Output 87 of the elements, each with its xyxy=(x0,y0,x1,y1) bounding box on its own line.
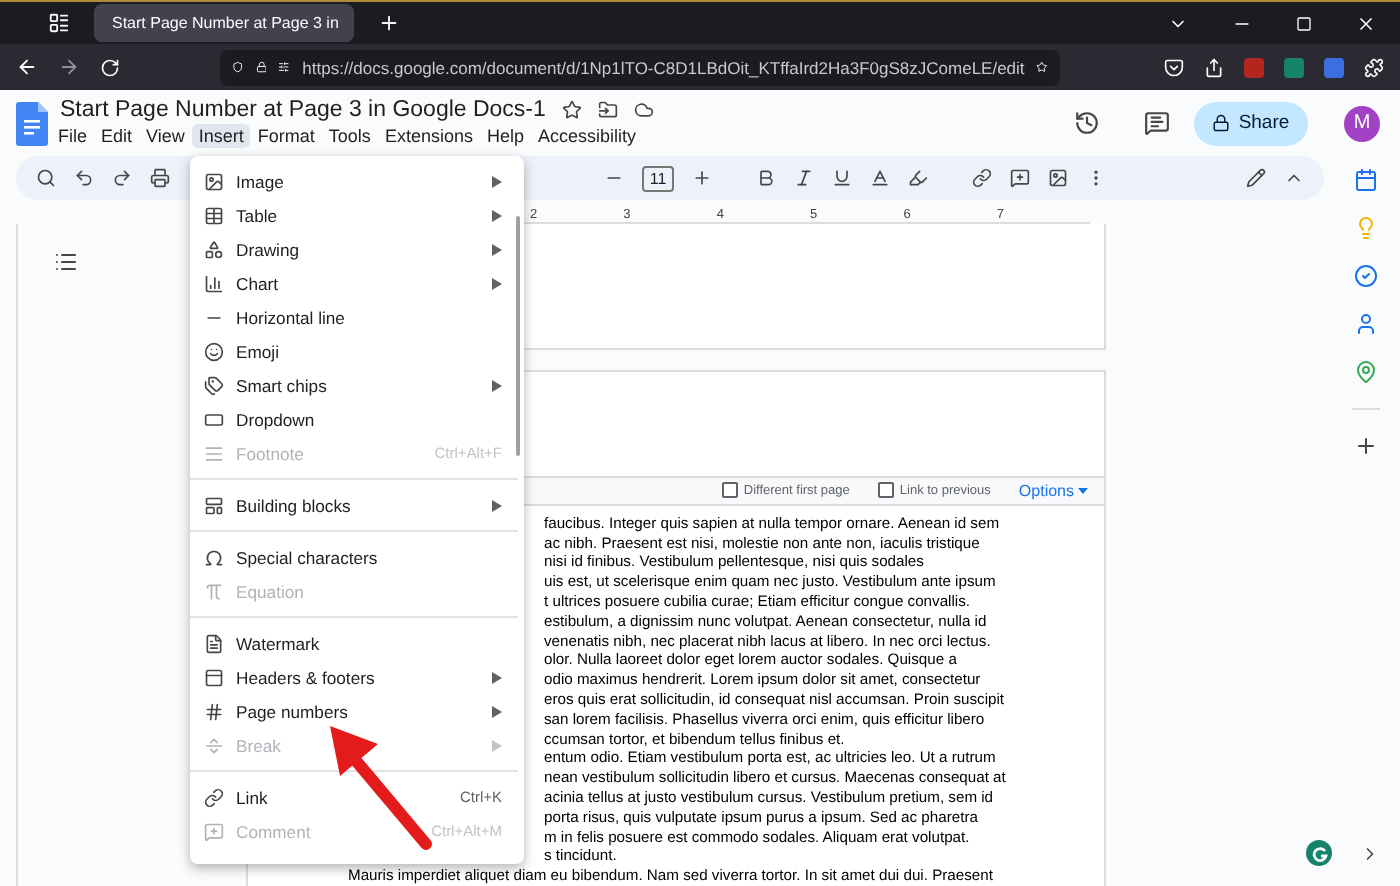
link-icon[interactable] xyxy=(972,168,992,188)
print-icon[interactable] xyxy=(150,168,170,188)
menu-item[interactable]: Headers & footers xyxy=(190,660,518,694)
menu-item[interactable]: Smart chips xyxy=(190,368,518,402)
search-icon[interactable] xyxy=(36,168,56,188)
image-icon[interactable] xyxy=(1048,168,1068,188)
folder-icon[interactable] xyxy=(597,100,618,120)
menu-item[interactable]: Watermark xyxy=(190,626,518,660)
menu-item[interactable]: Horizontal line xyxy=(190,300,518,334)
highlighter-icon[interactable] xyxy=(908,168,928,188)
table-icon xyxy=(204,205,224,225)
menu-tab[interactable]: File xyxy=(52,124,94,148)
person-icon[interactable] xyxy=(1353,312,1377,336)
star-icon[interactable] xyxy=(1036,58,1049,76)
hash-icon xyxy=(204,701,224,721)
menu-item[interactable]: Page numbers xyxy=(190,694,518,728)
scrollbar[interactable] xyxy=(516,216,520,456)
menu-item[interactable]: Image xyxy=(190,164,518,198)
browser-tab[interactable]: Start Page Number at Page 3 in xyxy=(94,4,354,42)
pencil-icon[interactable] xyxy=(1246,168,1266,188)
menu-item[interactable]: Drawing xyxy=(190,232,518,266)
break-icon xyxy=(204,735,224,755)
maximize-icon[interactable] xyxy=(1296,15,1312,31)
map-pin-icon[interactable] xyxy=(1353,360,1377,384)
smiley-icon xyxy=(204,341,224,361)
chart-icon xyxy=(204,273,224,293)
omega-icon xyxy=(204,547,224,567)
menu-tab[interactable]: Help xyxy=(480,124,530,148)
italic-icon[interactable] xyxy=(794,168,814,188)
menu-tab[interactable]: Accessibility xyxy=(531,124,642,148)
menu-tab[interactable]: Tools xyxy=(322,124,377,148)
menu-tab[interactable]: Insert xyxy=(192,124,250,148)
comments-icon[interactable] xyxy=(1144,110,1170,136)
menu-item[interactable]: Building blocks xyxy=(190,488,518,522)
menu-item[interactable]: Table xyxy=(190,198,518,232)
reload-icon[interactable] xyxy=(100,57,120,77)
menu-tab[interactable]: Edit xyxy=(95,124,139,148)
share-icon[interactable] xyxy=(1204,57,1224,77)
shapes-icon xyxy=(204,239,224,259)
lock-icon xyxy=(255,58,267,76)
underline-icon[interactable] xyxy=(832,168,852,188)
calendar-icon[interactable] xyxy=(1353,168,1377,192)
tasks-icon[interactable] xyxy=(1353,264,1377,288)
back-icon[interactable] xyxy=(16,56,38,78)
plus-icon[interactable] xyxy=(692,168,712,188)
forward-icon[interactable] xyxy=(58,56,80,78)
close-icon[interactable] xyxy=(1356,13,1376,33)
bold-icon[interactable] xyxy=(756,168,776,188)
comment-icon xyxy=(204,821,224,841)
comment-icon[interactable] xyxy=(1010,168,1030,188)
puzzle-icon[interactable] xyxy=(1364,57,1384,77)
history-icon[interactable] xyxy=(1074,110,1100,136)
rectangle-icon xyxy=(204,409,224,429)
image-icon xyxy=(204,171,224,191)
pi-icon xyxy=(204,581,224,601)
tab-list-icon[interactable] xyxy=(48,12,70,34)
redo-icon[interactable] xyxy=(112,168,132,188)
lock-icon xyxy=(1212,114,1231,132)
permissions-icon xyxy=(278,58,291,76)
avatar[interactable]: M xyxy=(1344,105,1380,141)
options-button[interactable]: Options xyxy=(1018,481,1088,500)
share-button[interactable]: Share xyxy=(1194,101,1308,145)
annotation-arrow xyxy=(324,720,434,852)
template-icon xyxy=(204,495,224,515)
document-title[interactable]: Start Page Number at Page 3 in Google Docs-1 xyxy=(60,98,546,122)
undo-icon[interactable] xyxy=(74,168,94,188)
menu-tab[interactable]: View xyxy=(140,124,191,148)
add-icon[interactable] xyxy=(1353,434,1377,458)
menu-tab[interactable]: Format xyxy=(251,124,321,148)
document-icon xyxy=(204,633,224,653)
cloud-icon[interactable] xyxy=(633,100,654,120)
menu-item[interactable]: Dropdown xyxy=(190,402,518,436)
star-icon[interactable] xyxy=(561,100,582,120)
font-size-field[interactable]: 11 xyxy=(642,165,674,191)
panel-icon xyxy=(204,667,224,687)
menu-item[interactable]: Emoji xyxy=(190,334,518,368)
menu-tab[interactable]: Extensions xyxy=(378,124,479,148)
tags-icon xyxy=(204,375,224,395)
lines-icon xyxy=(204,443,224,463)
menu-item[interactable]: Chart xyxy=(190,266,518,300)
menu-item[interactable]: Special characters xyxy=(190,540,518,574)
link-icon xyxy=(204,787,224,807)
text-color-icon[interactable] xyxy=(870,168,890,188)
shield-icon xyxy=(232,58,244,76)
url-field[interactable]: https://docs.google.com/document/d/1Np1lTO-C8D1LBdOit_KTffaIrd2Ha3F0gS8zJComeLE/edit xyxy=(220,49,1060,85)
new-tab-icon[interactable] xyxy=(378,12,400,34)
caret-icon xyxy=(1078,487,1088,494)
